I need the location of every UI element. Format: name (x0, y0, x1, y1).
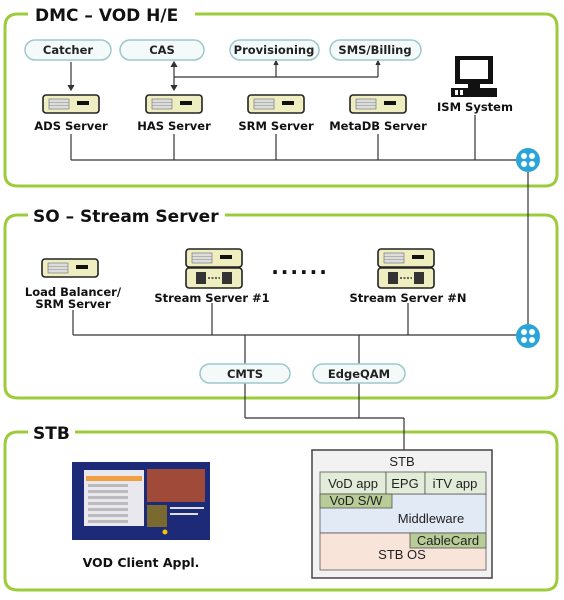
stb-stack-title: STB (389, 454, 414, 469)
epg-layer: EPG (391, 476, 418, 491)
section-title-dmc: DMC – VOD H/E (35, 6, 178, 26)
stb-stack: STB VoD app EPG iTV app VoD S/W Middlewa… (311, 449, 493, 579)
server-icon (145, 94, 203, 114)
pill-cmts: CMTS (199, 363, 291, 384)
pill-cas: CAS (119, 39, 205, 61)
svg-text:SMS/Billing: SMS/Billing (338, 43, 411, 57)
srm-server-label: SRM Server (238, 119, 314, 133)
vod-app-layer: VoD app (328, 476, 378, 491)
vod-sw-layer: VoD S/W (330, 493, 383, 508)
svg-text:CAS: CAS (149, 43, 175, 57)
section-title-stb: STB (33, 424, 70, 444)
stream-server-icon (378, 249, 434, 288)
middleware-layer: Middleware (398, 511, 464, 526)
vod-client-screenshot (72, 462, 210, 540)
svg-text:Catcher: Catcher (43, 43, 94, 57)
server-icon (349, 94, 407, 114)
svg-text:CMTS: CMTS (227, 367, 263, 381)
network-switch-icon (516, 324, 540, 348)
ellipsis: ...... (271, 255, 329, 279)
so-connectors (72, 303, 518, 450)
cablecard-layer: CableCard (417, 533, 479, 548)
ads-server-label: ADS Server (34, 119, 108, 133)
has-server-label: HAS Server (137, 119, 211, 133)
diagram-canvas: DMC – VOD H/E SO – Stream Server STB Cat… (3, 6, 559, 592)
ism-system-label: ISM System (437, 100, 513, 114)
lb-label-line2: SRM Server (35, 297, 111, 311)
section-title-so: SO – Stream Server (33, 207, 219, 227)
itv-app-layer: iTV app (433, 476, 478, 491)
pill-edgeqam: EdgeQAM (312, 363, 406, 384)
vod-architecture-diagram: DMC – VOD H/E SO – Stream Server STB Cat… (0, 0, 564, 600)
computer-icon (451, 56, 497, 97)
pill-catcher: Catcher (24, 39, 112, 61)
server-icon (41, 258, 99, 278)
metadb-server-label: MetaDB Server (329, 119, 427, 133)
stream-server-n-label: Stream Server #N (350, 291, 467, 305)
server-icon (247, 94, 305, 114)
pill-sms-billing: SMS/Billing (329, 39, 422, 61)
server-icon (42, 94, 100, 114)
network-switch-icon (516, 148, 540, 172)
stb-os-layer: STB OS (378, 547, 426, 562)
svg-text:Provisioning: Provisioning (234, 43, 315, 57)
vod-client-label: VOD Client Appl. (83, 555, 200, 570)
pill-provisioning: Provisioning (229, 39, 320, 61)
stream-server-icon (186, 249, 242, 288)
stream-server-1-label: Stream Server #1 (154, 291, 269, 305)
svg-text:EdgeQAM: EdgeQAM (328, 367, 390, 381)
